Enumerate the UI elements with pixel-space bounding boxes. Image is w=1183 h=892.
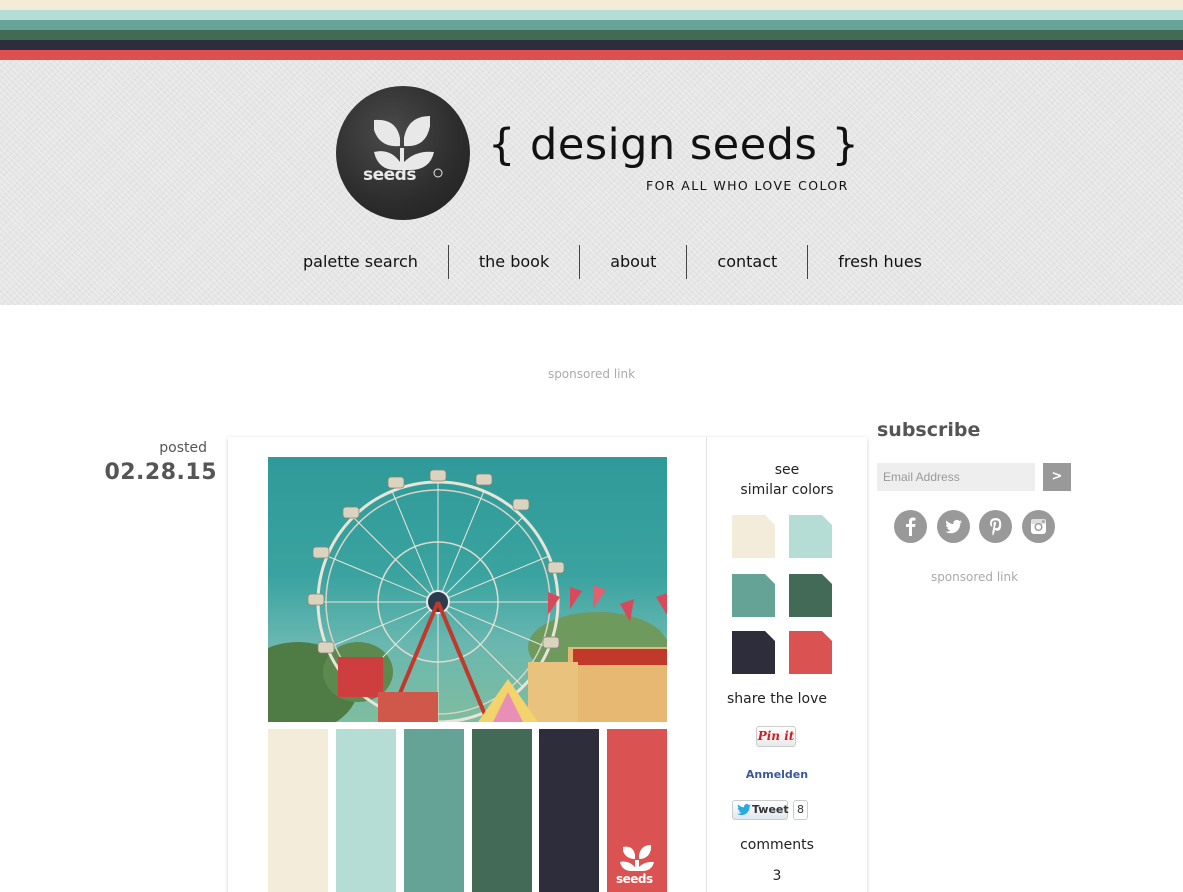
twitter-icon[interactable] (937, 510, 970, 543)
color-chip[interactable] (732, 574, 775, 617)
nav-contact[interactable]: contact (686, 245, 807, 279)
facebook-glyph (906, 517, 916, 536)
brand-title[interactable]: { design seeds } (488, 120, 859, 170)
stripe (0, 40, 1183, 50)
comments-label[interactable]: comments (707, 837, 847, 853)
see-similar-colors-label[interactable]: see similar colors (707, 460, 867, 500)
palette-post-card: seeds see similar colors share the love … (228, 437, 867, 892)
stripe (0, 50, 1183, 60)
see-line: see (774, 462, 800, 478)
subscribe-title: subscribe (877, 419, 981, 441)
ferris-wheel-illustration (268, 469, 667, 722)
share-the-love-label: share the love (726, 691, 828, 707)
pinterest-icon[interactable] (979, 510, 1012, 543)
brand-tagline: FOR ALL WHO LOVE COLOR (646, 178, 849, 193)
facebook-icon[interactable] (894, 510, 927, 543)
palette-swatch[interactable] (472, 729, 532, 892)
similar-colors-line: similar colors (740, 482, 834, 498)
stripe (0, 10, 1183, 20)
color-chip[interactable] (789, 631, 832, 674)
color-chip[interactable] (789, 574, 832, 617)
comments-count[interactable]: 3 (707, 868, 847, 884)
facebook-login-link[interactable]: Anmelden (707, 768, 847, 781)
instagram-icon[interactable] (1022, 510, 1055, 543)
tweet-label: Tweet (752, 803, 789, 816)
main-nav: palette search the book about contact fr… (284, 245, 952, 279)
stripe (0, 20, 1183, 30)
stripe (0, 30, 1183, 40)
email-field[interactable] (877, 463, 1035, 491)
nav-the-book[interactable]: the book (447, 245, 579, 279)
posted-label: posted (159, 440, 207, 456)
watermark-text: seeds (616, 872, 653, 886)
pinterest-glyph (990, 518, 1002, 536)
twitter-bird-icon (737, 804, 751, 816)
leaf-logo-icon (374, 116, 443, 178)
site-header: seeds { design seeds } FOR ALL WHO LOVE … (0, 60, 1183, 305)
instagram-glyph (1031, 519, 1046, 534)
color-chip[interactable] (732, 515, 775, 558)
ferris-wheel-photo[interactable] (268, 457, 667, 722)
palette-swatch[interactable] (539, 729, 599, 892)
palette-swatch[interactable]: seeds (607, 729, 667, 892)
color-chip[interactable] (789, 515, 832, 558)
tweet-button[interactable]: Tweet (732, 800, 789, 820)
palette-swatches: seeds (268, 729, 667, 892)
twitter-glyph (945, 519, 962, 534)
tweet-count: 8 (793, 800, 808, 820)
sponsored-link-top[interactable]: sponsored link (0, 367, 1183, 381)
subscribe-submit-button[interactable]: > (1043, 463, 1071, 491)
palette-swatch[interactable] (336, 729, 396, 892)
nav-palette-search[interactable]: palette search (284, 245, 448, 279)
nav-fresh-hues[interactable]: fresh hues (807, 245, 952, 279)
seeds-logo[interactable]: seeds (336, 86, 470, 220)
logo-wordmark: seeds (363, 165, 416, 185)
palette-swatch[interactable] (268, 729, 328, 892)
stripe (0, 0, 1183, 10)
palette-swatch[interactable] (404, 729, 464, 892)
sponsored-link-side[interactable]: sponsored link (878, 570, 1071, 584)
post-side-column: see similar colors share the love Pin it… (707, 437, 867, 892)
color-stripes (0, 0, 1183, 60)
nav-about[interactable]: about (579, 245, 686, 279)
posted-date: 02.28.15 (104, 460, 217, 485)
color-chip[interactable] (732, 631, 775, 674)
pinterest-pin-button[interactable]: Pin it (756, 726, 796, 747)
seeds-watermark-icon (620, 845, 654, 871)
